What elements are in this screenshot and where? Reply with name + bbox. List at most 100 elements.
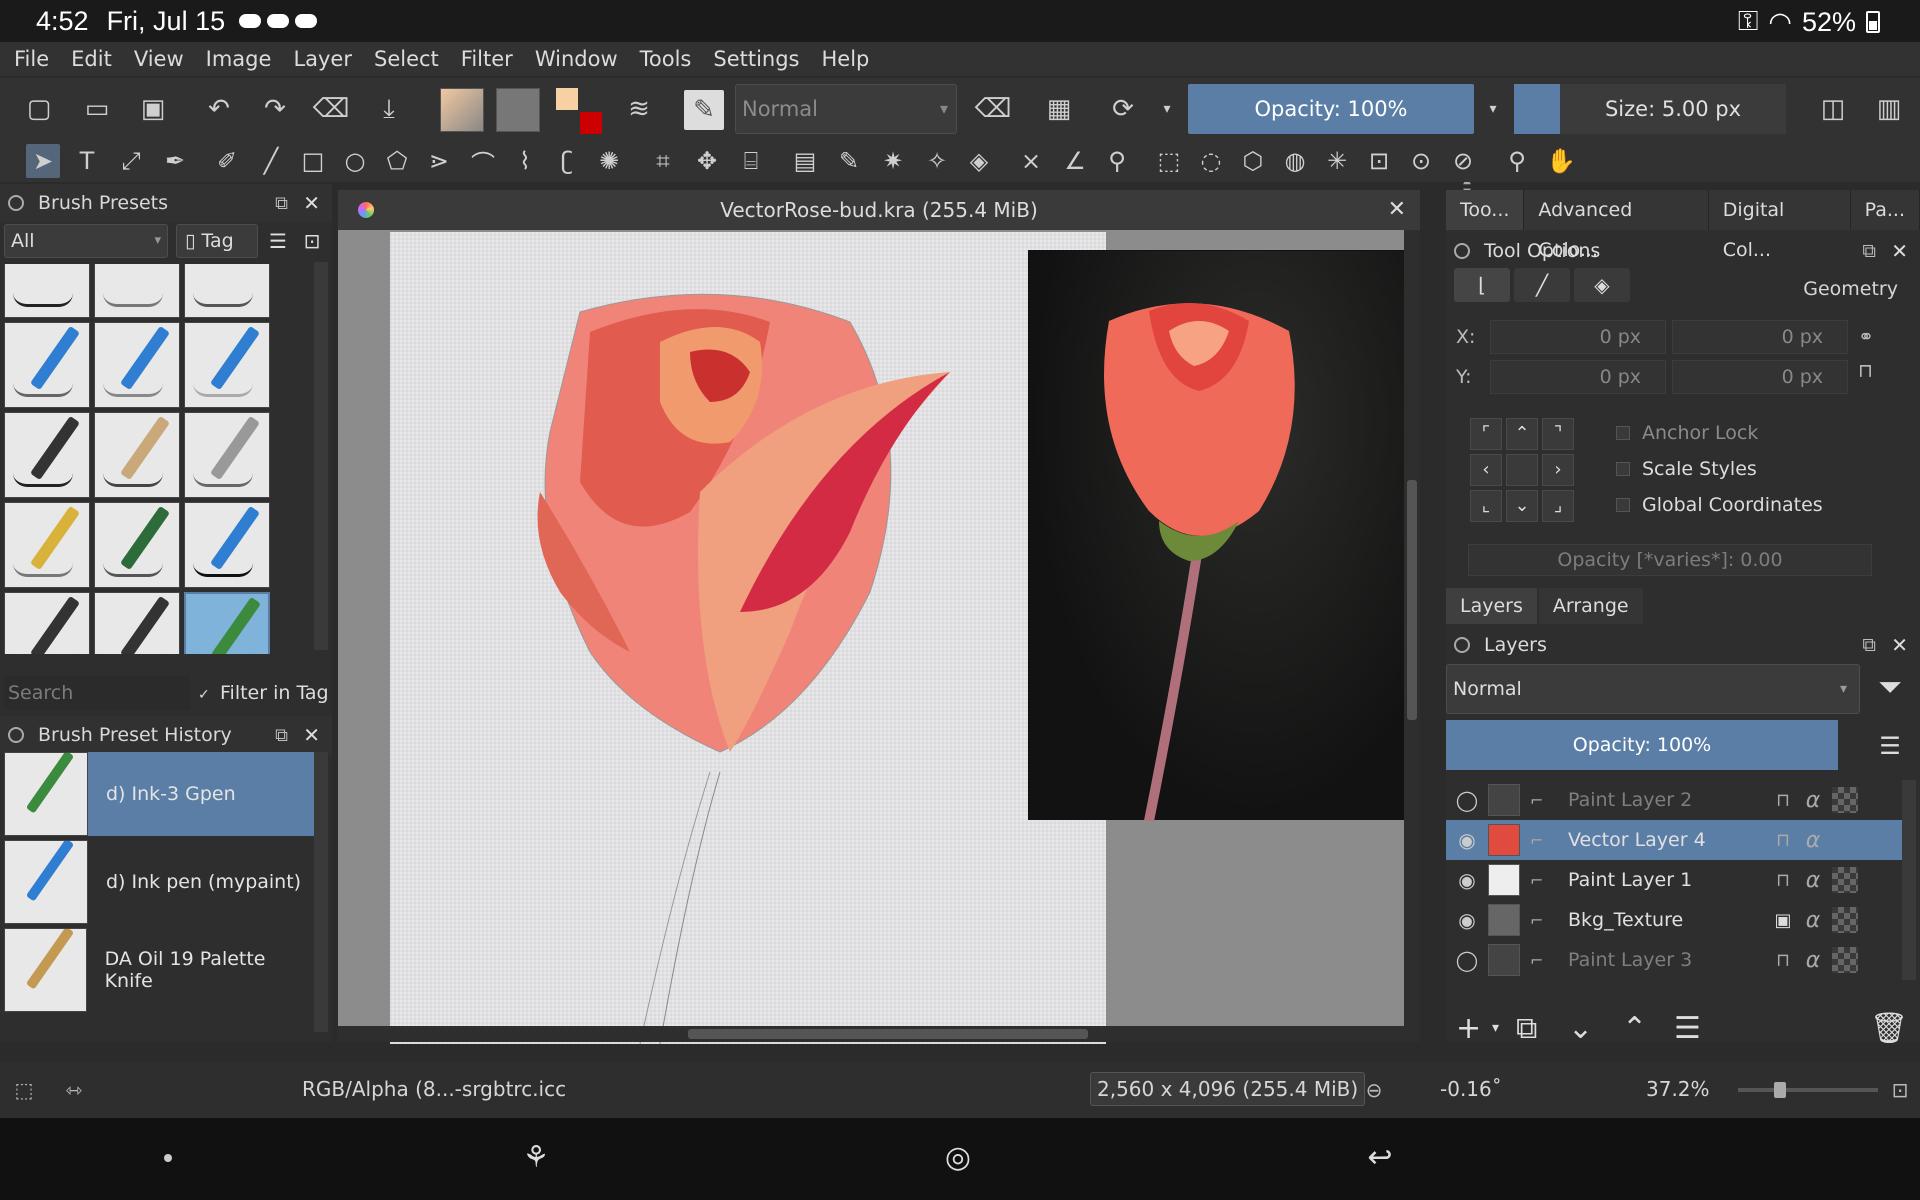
smart-patch-icon[interactable]: ✷ [876,144,910,178]
close-icon[interactable]: ✕ [303,723,320,747]
menu-filter[interactable]: Filter [461,47,513,71]
pan-icon[interactable]: ✋ [1544,144,1578,178]
tab-tool-options[interactable]: Too... [1446,190,1525,230]
color-picker-icon[interactable]: ✎ [832,144,866,178]
menu-window[interactable]: Window [535,47,618,71]
reference-photo[interactable] [1028,250,1408,822]
visibility-hidden-icon[interactable]: ◯ [1450,788,1484,812]
undo-icon[interactable]: ↶ [202,92,236,126]
scroll-thumb[interactable] [688,1029,1088,1039]
workspace-icon[interactable]: ▥ [1872,92,1906,126]
polygon-tool-icon[interactable]: ⬠ [380,144,414,178]
brush-tile[interactable] [94,412,180,498]
brush-tile[interactable] [94,592,180,654]
anchor-center[interactable] [1506,454,1538,486]
unlock-icon[interactable]: ⊓ [1768,950,1798,971]
zoom-slider-knob[interactable] [1774,1082,1786,1098]
zoom-slider[interactable] [1738,1082,1878,1098]
move-tool-icon[interactable]: ✥ [690,144,724,178]
anchor-top-left[interactable]: ⌜ [1470,418,1502,450]
reload-preset-icon[interactable]: ⟳ [1106,92,1140,126]
inherit-alpha-icon[interactable] [1832,787,1858,813]
move-down-icon[interactable]: ⌄ [1568,1011,1593,1046]
menu-view[interactable]: View [134,47,184,71]
lock-icon[interactable]: ▣ [1768,910,1798,931]
shape-opacity-field[interactable]: Opacity [*varies*]: 0.00 [1468,544,1872,576]
filter-icon[interactable]: ⏷ [1870,668,1910,708]
paw-app-icon[interactable]: ⚘ [516,1138,556,1178]
anchor-top[interactable]: ⌃ [1506,418,1538,450]
geometry-subtab[interactable]: ⌊ [1454,268,1510,302]
unlock-icon[interactable]: ⊓ [1768,790,1798,811]
freehand-select-icon[interactable]: ◍ [1278,144,1312,178]
anchor-bottom[interactable]: ⌄ [1506,490,1538,522]
brush-tile[interactable] [94,322,180,408]
fill-icon[interactable]: ✧ [920,144,954,178]
open-folder-icon[interactable]: ▭ [80,92,114,126]
stroke-subtab[interactable]: ╱ [1514,268,1570,302]
float-icon[interactable]: ⧉ [1862,634,1876,656]
float-icon[interactable]: ⧉ [275,725,288,746]
visibility-icon[interactable]: ◉ [1450,908,1484,932]
bezier-tool-icon[interactable]: ⌒ [466,144,500,178]
alpha-icon[interactable]: α [1798,908,1828,933]
lock-icon[interactable] [1454,243,1470,259]
save-icon[interactable]: ▣ [136,92,170,126]
inherit-alpha-icon[interactable] [1832,907,1858,933]
canvas-paper[interactable] [390,232,1106,1045]
brush-tile[interactable] [94,264,180,318]
scroll-thumb[interactable] [1407,480,1417,720]
ellipse-select-icon[interactable]: ◌ [1194,144,1228,178]
add-layer-icon[interactable]: + [1456,1011,1481,1046]
lock-icon[interactable] [1454,637,1470,653]
brush-tile-selected[interactable] [184,592,270,654]
line-tool-icon[interactable]: ╱ [254,144,288,178]
chevron-down-icon[interactable]: ▾ [1492,1020,1499,1036]
preset-filter-select[interactable]: All [4,224,168,258]
unlock-icon[interactable]: ⊓ [1768,870,1798,891]
similar-select-icon[interactable]: ⊡ [1362,144,1396,178]
link-icon[interactable]: ⚭ [1858,320,1874,354]
export-icon[interactable]: ⤓ [372,92,406,126]
freehand-path-icon[interactable]: ⌇ [508,144,542,178]
history-item[interactable]: d) Ink-3 Gpen [4,752,316,836]
alpha-icon[interactable]: α [1798,788,1828,813]
float-icon[interactable]: ⧉ [1862,240,1876,262]
inherit-alpha-icon[interactable] [1832,947,1858,973]
menu-layer[interactable]: Layer [293,47,352,71]
multibrush-icon[interactable]: ✺ [592,144,626,178]
new-document-icon[interactable]: ▢ [22,92,56,126]
canvas-horizontal-scrollbar[interactable] [338,1026,1420,1042]
width-field[interactable]: 0 px [1672,320,1848,354]
calligraphy-icon[interactable]: ✒ [158,144,192,178]
visibility-icon[interactable]: ◉ [1450,868,1484,892]
menu-settings[interactable]: Settings [713,47,799,71]
lock-icon[interactable] [8,727,24,743]
eraser-icon[interactable]: ⌫ [975,92,1012,126]
brush-options-icon[interactable]: ≋ [622,92,656,126]
reference-tool-icon[interactable]: ⚲ [1100,144,1134,178]
layer-row[interactable]: ◯ ⌐ Paint Layer 2 ⊓ α [1446,780,1902,820]
size-fit-icon[interactable]: ⇿ [60,1076,88,1104]
layer-row[interactable]: ◉ ⌐ Paint Layer 1 ⊓ α [1446,860,1902,900]
x-position-field[interactable]: 0 px [1490,320,1666,354]
anchor-bottom-left[interactable]: ⌞ [1470,490,1502,522]
gradient-selector[interactable] [440,88,484,132]
layer-properties-icon[interactable]: ☰ [1674,1011,1701,1046]
preset-search-input[interactable]: Search [4,676,190,710]
anchor-lock-checkbox[interactable]: Anchor Lock [1616,422,1758,444]
rotation-icon[interactable]: ⊖ [1360,1076,1388,1104]
transform-icon[interactable]: ⌸ [734,144,768,178]
filter-in-tag-checkbox[interactable]: ✓ Filter in Tag [198,676,329,710]
canvas-vertical-scrollbar[interactable] [1404,230,1420,1026]
layer-blend-mode-select[interactable]: Normal [1446,664,1860,714]
menu-select[interactable]: Select [374,47,439,71]
anchor-right[interactable]: › [1542,454,1574,486]
polygon-select-icon[interactable]: ⬡ [1236,144,1270,178]
polyline-tool-icon[interactable]: ⋗ [422,144,456,178]
alpha-icon[interactable]: α [1798,868,1828,893]
mirror-icon[interactable]: ◫ [1816,92,1850,126]
rect-select-icon[interactable]: ⬚ [1152,144,1186,178]
brush-tile[interactable] [94,502,180,588]
layer-row-selected[interactable]: ◉ ⌐ Vector Layer 4 ⊓ α [1446,820,1902,860]
